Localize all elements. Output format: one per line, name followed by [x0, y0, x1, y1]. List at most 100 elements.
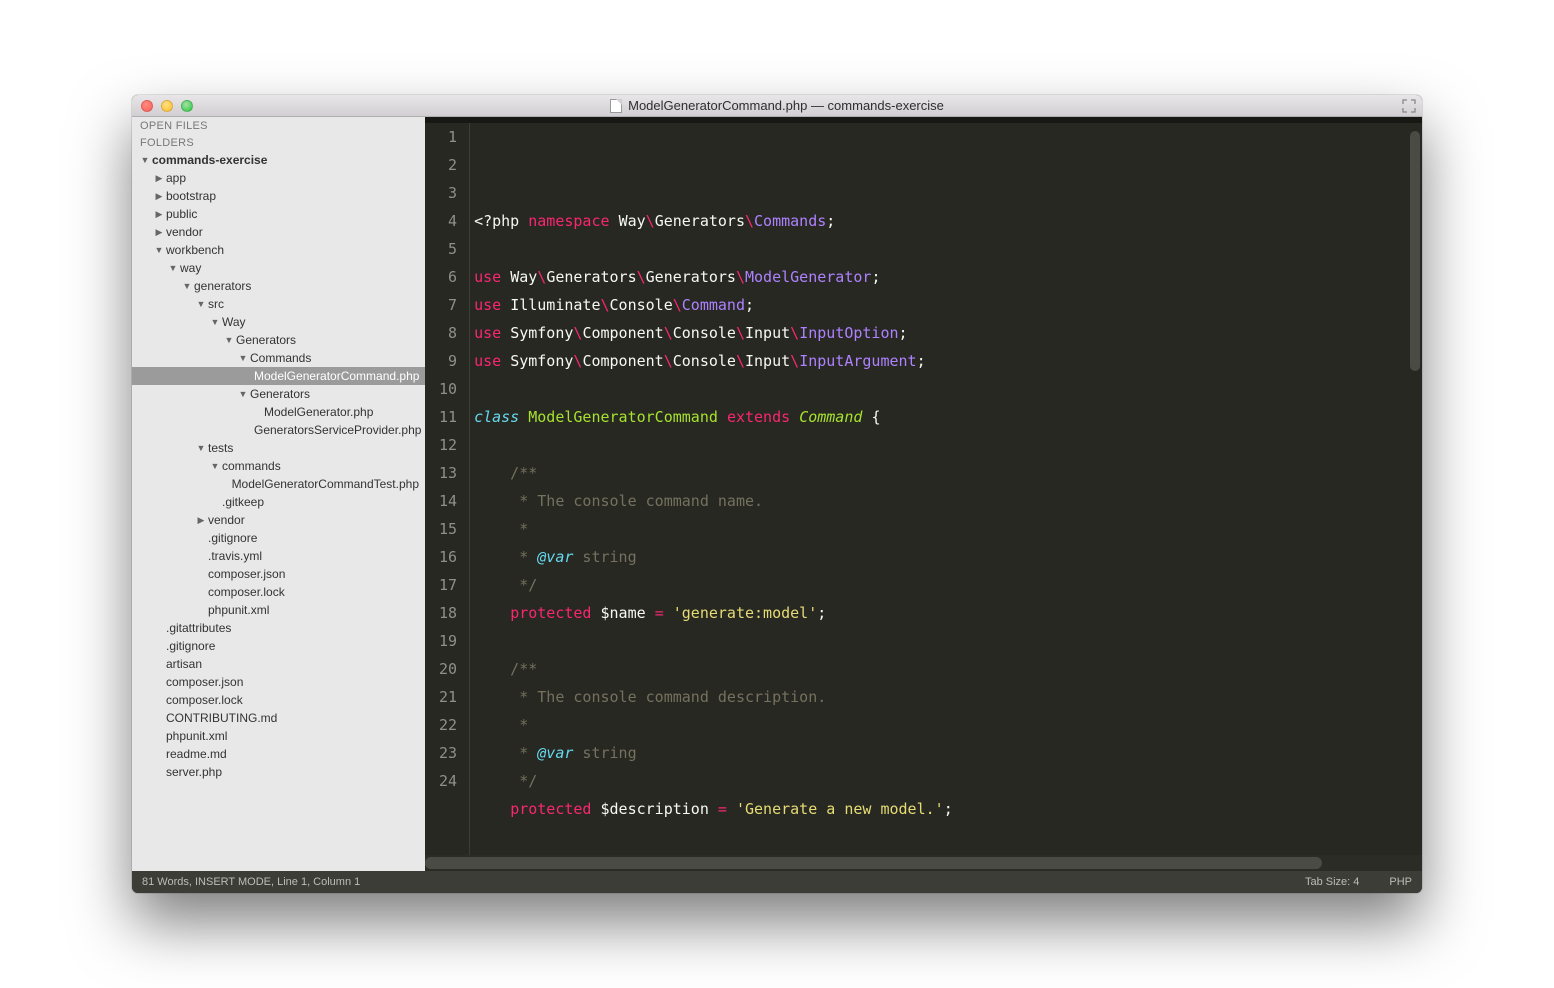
fullscreen-icon[interactable] — [1402, 99, 1416, 113]
zoom-icon[interactable] — [181, 100, 193, 112]
tree-item[interactable]: ▼src — [132, 295, 425, 313]
tree-item[interactable]: ▼way — [132, 259, 425, 277]
tree-item[interactable]: composer.json — [132, 673, 425, 691]
minimize-icon[interactable] — [161, 100, 173, 112]
tree-item[interactable]: composer.lock — [132, 691, 425, 709]
tree-item-label: way — [180, 261, 201, 275]
line-number: 19 — [439, 627, 457, 655]
code-line[interactable] — [474, 823, 1422, 851]
code-line[interactable] — [474, 235, 1422, 263]
code-line[interactable]: * — [474, 711, 1422, 739]
tree-item-label: CONTRIBUTING.md — [166, 711, 277, 725]
titlebar[interactable]: ModelGeneratorCommand.php — commands-exe… — [132, 95, 1422, 117]
code-line[interactable]: use Illuminate\Console\Command; — [474, 291, 1422, 319]
vertical-scrollbar[interactable] — [1410, 131, 1420, 371]
status-left[interactable]: 81 Words, INSERT MODE, Line 1, Column 1 — [142, 876, 360, 888]
editor: 123456789101112131415161718192021222324 … — [425, 117, 1422, 871]
tree-item[interactable]: composer.json — [132, 565, 425, 583]
close-icon[interactable] — [141, 100, 153, 112]
line-number: 6 — [439, 263, 457, 291]
tree-item[interactable]: .gitattributes — [132, 619, 425, 637]
folders-header[interactable]: FOLDERS — [132, 134, 425, 151]
tree-item-label: artisan — [166, 657, 202, 671]
tree-item[interactable]: ▶app — [132, 169, 425, 187]
tree-item[interactable]: .travis.yml — [132, 547, 425, 565]
line-number: 4 — [439, 207, 457, 235]
code-content[interactable]: <?php namespace Way\Generators\Commands;… — [470, 123, 1422, 855]
tree-item-label: GeneratorsServiceProvider.php — [254, 423, 421, 437]
app-window: ModelGeneratorCommand.php — commands-exe… — [132, 95, 1422, 893]
chevron-down-icon: ▼ — [238, 353, 248, 363]
code-line[interactable]: use Symfony\Component\Console\Input\Inpu… — [474, 347, 1422, 375]
tree-item[interactable]: ▼Generators — [132, 331, 425, 349]
code-line[interactable]: class ModelGeneratorCommand extends Comm… — [474, 403, 1422, 431]
line-number: 10 — [439, 375, 457, 403]
code-line[interactable]: * @var string — [474, 739, 1422, 767]
tree-item-label: bootstrap — [166, 189, 216, 203]
code-line[interactable]: use Way\Generators\Generators\ModelGener… — [474, 263, 1422, 291]
line-number: 7 — [439, 291, 457, 319]
code-line[interactable]: protected $description = 'Generate a new… — [474, 795, 1422, 823]
tree-item[interactable]: ▶bootstrap — [132, 187, 425, 205]
tree-item-label: .travis.yml — [208, 549, 262, 563]
tree-item[interactable]: .gitignore — [132, 529, 425, 547]
code-line[interactable]: protected $name = 'generate:model'; — [474, 599, 1422, 627]
tree-item[interactable]: ▼Generators — [132, 385, 425, 403]
tree-item[interactable]: ▼commands-exercise — [132, 151, 425, 169]
tree-item[interactable]: ▶vendor — [132, 223, 425, 241]
code-line[interactable]: /** — [474, 459, 1422, 487]
tree-item[interactable]: ▼generators — [132, 277, 425, 295]
line-number: 17 — [439, 571, 457, 599]
open-files-header[interactable]: OPEN FILES — [132, 117, 425, 134]
tree-item[interactable]: GeneratorsServiceProvider.php — [132, 421, 425, 439]
tree-item[interactable]: server.php — [132, 763, 425, 781]
tree-item[interactable]: readme.md — [132, 745, 425, 763]
chevron-down-icon: ▼ — [210, 461, 220, 471]
tree-item[interactable]: ▼Way — [132, 313, 425, 331]
tree-item[interactable]: ModelGeneratorCommand.php — [132, 367, 425, 385]
tree-item-label: ModelGenerator.php — [264, 405, 373, 419]
tree-item[interactable]: ModelGeneratorCommandTest.php — [132, 475, 425, 493]
tree-item[interactable]: phpunit.xml — [132, 601, 425, 619]
tree-item[interactable]: ▼Commands — [132, 349, 425, 367]
line-number: 1 — [439, 123, 457, 151]
code-line[interactable]: * @var string — [474, 543, 1422, 571]
status-tab-size[interactable]: Tab Size: 4 — [1305, 876, 1359, 888]
tree-item-label: ModelGeneratorCommandTest.php — [232, 477, 419, 491]
tree-item[interactable]: ModelGenerator.php — [132, 403, 425, 421]
tree-item[interactable]: .gitkeep — [132, 493, 425, 511]
tree-item[interactable]: ▼tests — [132, 439, 425, 457]
tree-item-label: composer.lock — [208, 585, 285, 599]
code-area[interactable]: 123456789101112131415161718192021222324 … — [425, 123, 1422, 855]
chevron-right-icon: ▶ — [154, 173, 164, 184]
horizontal-scrollbar-track[interactable] — [425, 855, 1422, 871]
tree-item[interactable]: .gitignore — [132, 637, 425, 655]
tree-item-label: phpunit.xml — [166, 729, 227, 743]
tree-item[interactable]: ▶public — [132, 205, 425, 223]
code-line[interactable]: * — [474, 515, 1422, 543]
tree-item[interactable]: phpunit.xml — [132, 727, 425, 745]
code-line[interactable] — [474, 431, 1422, 459]
status-syntax[interactable]: PHP — [1389, 876, 1412, 888]
horizontal-scrollbar-thumb[interactable] — [425, 857, 1322, 869]
code-line[interactable]: */ — [474, 767, 1422, 795]
code-line[interactable]: * The console command name. — [474, 487, 1422, 515]
chevron-down-icon: ▼ — [182, 281, 192, 291]
tree-item[interactable]: ▶vendor — [132, 511, 425, 529]
tree-item-label: vendor — [208, 513, 245, 527]
line-number: 23 — [439, 739, 457, 767]
line-number: 3 — [439, 179, 457, 207]
code-line[interactable] — [474, 375, 1422, 403]
tree-item[interactable]: ▼workbench — [132, 241, 425, 259]
code-line[interactable]: use Symfony\Component\Console\Input\Inpu… — [474, 319, 1422, 347]
tree-item[interactable]: artisan — [132, 655, 425, 673]
tree-item[interactable]: ▼commands — [132, 457, 425, 475]
code-line[interactable] — [474, 627, 1422, 655]
statusbar: 81 Words, INSERT MODE, Line 1, Column 1 … — [132, 871, 1422, 893]
tree-item[interactable]: CONTRIBUTING.md — [132, 709, 425, 727]
code-line[interactable]: <?php namespace Way\Generators\Commands; — [474, 207, 1422, 235]
code-line[interactable]: /** — [474, 655, 1422, 683]
code-line[interactable]: * The console command description. — [474, 683, 1422, 711]
code-line[interactable]: */ — [474, 571, 1422, 599]
tree-item[interactable]: composer.lock — [132, 583, 425, 601]
